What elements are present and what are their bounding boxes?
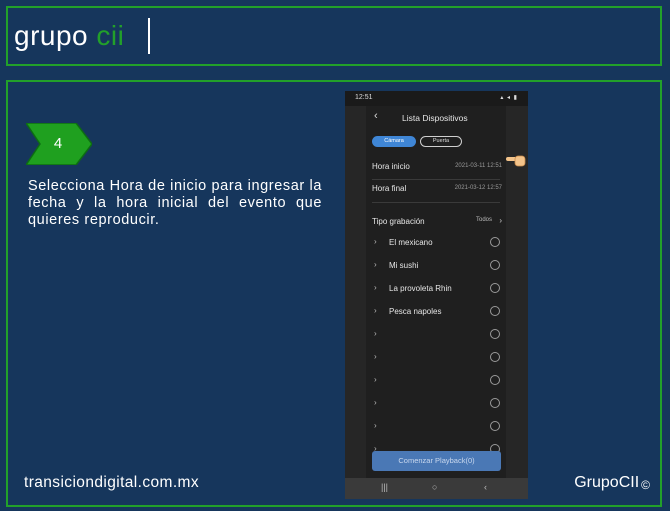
pointing-hand-icon bbox=[506, 155, 526, 167]
radio-button[interactable] bbox=[490, 237, 500, 247]
radio-button[interactable] bbox=[490, 306, 500, 316]
status-time: 12:51 bbox=[355, 94, 373, 101]
grupo-cii-logo: grupo cii bbox=[14, 20, 124, 52]
chevron-right-icon: › bbox=[374, 329, 377, 338]
step-number: 4 bbox=[53, 135, 63, 152]
footer-brand: GrupoCII © bbox=[574, 474, 650, 492]
end-time-label: Hora final bbox=[372, 184, 407, 193]
device-list-sheet: ‹ Lista Dispositivos Cámara Puerta Hora … bbox=[366, 106, 506, 478]
chevron-right-icon: › bbox=[374, 306, 377, 315]
device-name: Pesca napoles bbox=[389, 307, 442, 316]
device-item[interactable]: › bbox=[374, 348, 500, 368]
divider bbox=[372, 202, 500, 203]
radio-button[interactable] bbox=[490, 329, 500, 339]
radio-button[interactable] bbox=[490, 283, 500, 293]
status-icons: ▴ ◂ ▮ bbox=[500, 95, 518, 101]
radio-button[interactable] bbox=[490, 260, 500, 270]
end-time-value: 2021-03-12 12:57 bbox=[454, 185, 502, 191]
android-nav-bar: ||| ○ ‹ bbox=[345, 478, 528, 499]
device-item[interactable]: › La provoleta Rhin bbox=[374, 279, 500, 299]
back-icon[interactable]: ‹ bbox=[484, 482, 487, 492]
record-type-row[interactable]: Tipo grabación Todos › bbox=[372, 213, 502, 231]
chevron-right-icon: › bbox=[374, 421, 377, 430]
device-item[interactable]: › El mexicano bbox=[374, 233, 500, 253]
background-app-left bbox=[345, 106, 366, 478]
radio-button[interactable] bbox=[490, 375, 500, 385]
content-panel: 4 Selecciona Hora de inicio para ingresa… bbox=[6, 80, 662, 507]
logo-divider bbox=[148, 18, 150, 54]
chevron-right-icon: › bbox=[374, 260, 377, 269]
record-type-value: Todos bbox=[475, 217, 492, 223]
device-item[interactable]: › Mi sushi bbox=[374, 256, 500, 276]
chevron-right-icon: › bbox=[374, 398, 377, 407]
device-item[interactable]: › bbox=[374, 325, 500, 345]
home-icon[interactable]: ○ bbox=[432, 482, 437, 492]
chevron-right-icon: › bbox=[374, 237, 377, 246]
sheet-nav: ‹ Lista Dispositivos bbox=[366, 108, 506, 126]
chevron-right-icon: › bbox=[374, 283, 377, 292]
logo-accent: cii bbox=[96, 20, 125, 51]
record-type-label: Tipo grabación bbox=[372, 217, 425, 226]
chevron-right-icon: › bbox=[374, 352, 377, 361]
chevron-right-icon: › bbox=[499, 216, 502, 225]
device-name: El mexicano bbox=[389, 238, 433, 247]
header-bar: grupo cii bbox=[6, 6, 662, 66]
radio-button[interactable] bbox=[490, 352, 500, 362]
copyright-symbol: © bbox=[641, 478, 650, 492]
segment-door[interactable]: Puerta bbox=[420, 136, 462, 147]
brand-name: GrupoCII bbox=[574, 474, 640, 491]
radio-button[interactable] bbox=[490, 421, 500, 431]
instruction-text: Selecciona Hora de inicio para ingresar … bbox=[28, 178, 322, 228]
start-time-label: Hora inicio bbox=[372, 162, 410, 171]
chevron-right-icon: › bbox=[374, 375, 377, 384]
chevron-left-icon[interactable]: ‹ bbox=[374, 110, 378, 122]
recent-apps-icon[interactable]: ||| bbox=[381, 482, 388, 492]
start-playback-button[interactable]: Comenzar Playback(0) bbox=[372, 451, 501, 471]
radio-button[interactable] bbox=[490, 398, 500, 408]
device-item[interactable]: › bbox=[374, 371, 500, 391]
start-time-row[interactable]: Hora inicio 2021-03-11 12:51 bbox=[372, 158, 502, 176]
device-item[interactable]: › bbox=[374, 417, 500, 437]
footer-url[interactable]: transiciondigital.com.mx bbox=[24, 474, 199, 492]
device-item[interactable]: › Pesca napoles bbox=[374, 302, 500, 322]
phone-screenshot: 12:51 ▴ ◂ ▮ ‹ Lista Dispositivos Cámara … bbox=[345, 91, 528, 499]
device-name: Mi sushi bbox=[389, 261, 419, 270]
segment-camera[interactable]: Cámara bbox=[372, 136, 416, 147]
status-bar: 12:51 ▴ ◂ ▮ bbox=[345, 91, 528, 106]
device-item[interactable]: › bbox=[374, 394, 500, 414]
sheet-title: Lista Dispositivos bbox=[402, 113, 468, 123]
logo-main: grupo bbox=[14, 20, 97, 51]
device-name: La provoleta Rhin bbox=[389, 284, 452, 293]
end-time-row[interactable]: Hora final 2021-03-12 12:57 bbox=[372, 180, 502, 198]
start-time-value: 2021-03-11 12:51 bbox=[455, 163, 502, 169]
